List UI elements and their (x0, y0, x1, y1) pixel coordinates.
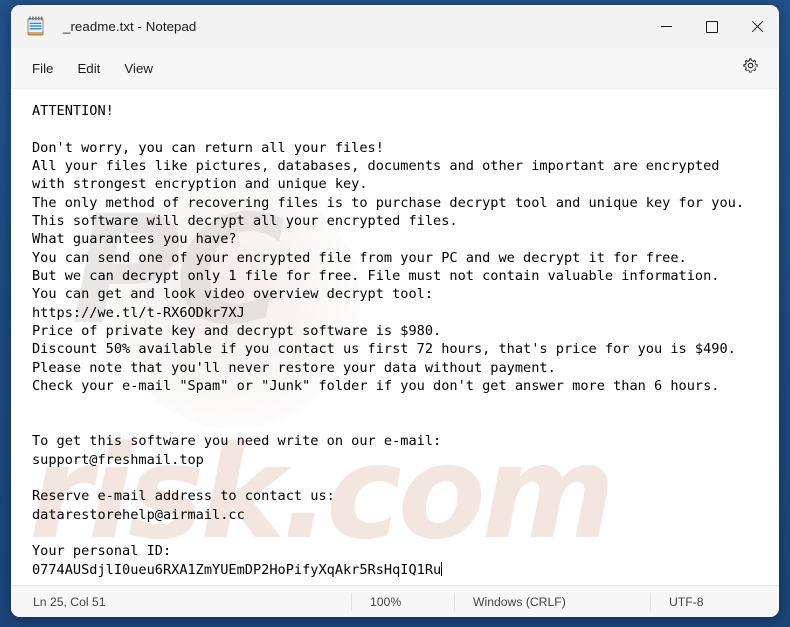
minimize-icon (661, 26, 672, 27)
text-caret (441, 561, 443, 576)
text-editor[interactable]: PC risk.com ATTENTION! Don't worry, you … (11, 89, 779, 585)
menu-item-file[interactable]: File (20, 56, 65, 81)
window-title: _readme.txt - Notepad (63, 19, 197, 34)
ransom-note-text: ATTENTION! Don't worry, you can return a… (32, 103, 745, 578)
title-bar-left: _readme.txt - Notepad (11, 16, 644, 37)
minimize-button[interactable] (644, 5, 689, 48)
editor-content[interactable]: ATTENTION! Don't worry, you can return a… (11, 89, 779, 579)
maximize-button[interactable] (689, 5, 734, 48)
gear-icon (742, 57, 759, 79)
close-button[interactable] (734, 5, 779, 48)
title-bar[interactable]: _readme.txt - Notepad (11, 5, 779, 48)
menu-bar: File Edit View (11, 48, 779, 89)
maximize-icon (705, 20, 718, 33)
settings-button[interactable] (735, 53, 765, 83)
window-controls (644, 5, 779, 48)
status-encoding[interactable]: UTF-8 (650, 592, 779, 611)
status-line-ending[interactable]: Windows (CRLF) (454, 592, 650, 611)
status-bar: Ln 25, Col 51 100% Windows (CRLF) UTF-8 (11, 585, 779, 617)
notepad-window: _readme.txt - Notepad File Edit View PC … (11, 5, 779, 617)
desktop-background: _readme.txt - Notepad File Edit View PC … (0, 0, 790, 627)
close-icon (751, 21, 763, 33)
notepad-icon (26, 16, 45, 37)
status-zoom-level[interactable]: 100% (351, 592, 454, 611)
status-cursor-position: Ln 25, Col 51 (33, 594, 106, 609)
menu-item-edit[interactable]: Edit (65, 56, 112, 81)
menu-item-view[interactable]: View (112, 56, 165, 81)
